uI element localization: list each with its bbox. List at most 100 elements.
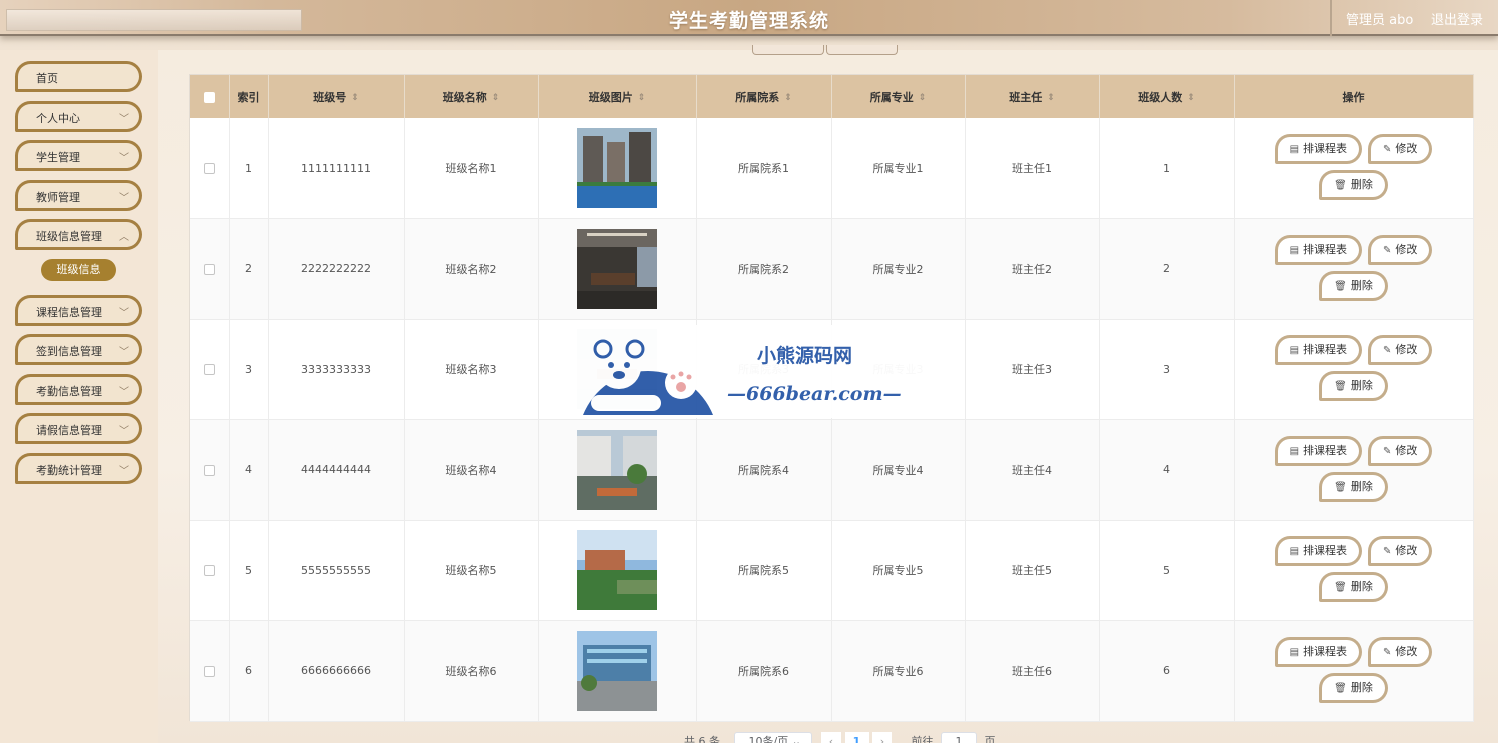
class-image[interactable] bbox=[577, 630, 657, 711]
pagination: 共 6 条 10条/页 ⌄ ‹ 1 › 前往 1 页 bbox=[684, 732, 996, 743]
sidebar-item-course-info[interactable]: 课程信息管理 ﹀ bbox=[15, 295, 142, 326]
document-icon: ▤ bbox=[1289, 345, 1300, 357]
schedule-button[interactable]: ▤ 排课程表 bbox=[1274, 335, 1363, 366]
chevron-down-icon: ﹀ bbox=[119, 347, 129, 358]
schedule-button[interactable]: ▤ 排课程表 bbox=[1274, 435, 1363, 466]
row-checkbox[interactable] bbox=[203, 565, 215, 577]
page-size-select[interactable]: 10条/页 ⌄ bbox=[733, 732, 812, 743]
trash-icon: 🗑 bbox=[1334, 180, 1347, 191]
edit-label: 修改 bbox=[1395, 242, 1418, 256]
table-row: 6 6666666666 班级名称6 所属院系6 所属专业6 班主任6 6 ▤ 排课程表 ✎ 修改 🗑… bbox=[190, 620, 1474, 722]
chevron-down-icon: ﹀ bbox=[119, 387, 129, 398]
delete-label: 删除 bbox=[1350, 580, 1373, 594]
select-all-cell[interactable] bbox=[190, 75, 230, 118]
next-page-button[interactable]: › bbox=[872, 732, 892, 743]
goto-page-input[interactable]: 1 bbox=[941, 732, 977, 743]
column-header[interactable]: 班级号 ⇕ bbox=[268, 75, 405, 118]
class-image[interactable] bbox=[577, 228, 657, 309]
edit-button[interactable]: ✎ 修改 bbox=[1368, 134, 1433, 164]
cell-index: 5 bbox=[229, 520, 269, 621]
chevron-up-icon: ︿ bbox=[119, 232, 129, 243]
sort-icon[interactable]: ⇕ bbox=[1187, 93, 1195, 103]
schedule-button[interactable]: ▤ 排课程表 bbox=[1274, 134, 1363, 164]
prev-page-button[interactable]: ‹ bbox=[821, 732, 841, 743]
row-select-cell[interactable] bbox=[190, 419, 230, 521]
edit-button[interactable]: ✎ 修改 bbox=[1368, 536, 1433, 567]
class-image[interactable] bbox=[577, 128, 657, 208]
row-checkbox[interactable] bbox=[203, 665, 215, 677]
sidebar-subitem-class-info[interactable]: 班级信息 bbox=[41, 259, 116, 281]
sidebar-item-students[interactable]: 学生管理 ﹀ bbox=[15, 140, 142, 171]
column-header-label: 班级图片 bbox=[588, 90, 633, 104]
class-photo-icon bbox=[577, 530, 657, 611]
sidebar-item-label: 请假信息管理 bbox=[36, 424, 102, 437]
sidebar-item-label: 班级信息管理 bbox=[36, 230, 102, 243]
delete-button[interactable]: 🗑 删除 bbox=[1319, 371, 1388, 402]
sort-icon[interactable]: ⇕ bbox=[638, 93, 646, 103]
row-checkbox[interactable] bbox=[203, 464, 215, 476]
row-select-cell[interactable] bbox=[190, 319, 230, 420]
delete-button[interactable]: 🗑 删除 bbox=[1319, 270, 1388, 301]
delete-button[interactable]: 🗑 删除 bbox=[1319, 471, 1388, 502]
column-header[interactable]: 班级人数 ⇕ bbox=[1099, 75, 1235, 118]
delete-button[interactable]: 🗑 删除 bbox=[1319, 170, 1388, 200]
sidebar-item-class-info[interactable]: 班级信息管理 ︿ bbox=[15, 219, 142, 250]
edit-button[interactable]: ✎ 修改 bbox=[1368, 636, 1433, 667]
edit-button[interactable]: ✎ 修改 bbox=[1368, 435, 1433, 466]
row-checkbox[interactable] bbox=[203, 263, 215, 275]
column-header[interactable]: 所属院系 ⇕ bbox=[696, 75, 832, 118]
sidebar-item-attendance-stats[interactable]: 考勤统计管理 ﹀ bbox=[15, 453, 142, 484]
pagination-total: 共 6 条 bbox=[684, 735, 720, 743]
sort-icon[interactable]: ⇕ bbox=[784, 93, 792, 103]
logout-link[interactable]: 退出登录 bbox=[1431, 9, 1483, 28]
sidebar-item-signin-info[interactable]: 签到信息管理 ﹀ bbox=[15, 334, 142, 365]
sidebar-item-home[interactable]: 首页 bbox=[15, 61, 142, 92]
top-tabs-decor bbox=[752, 44, 902, 56]
column-header[interactable]: 班主任 ⇕ bbox=[965, 75, 1100, 118]
row-select-cell[interactable] bbox=[190, 520, 230, 621]
schedule-button[interactable]: ▤ 排课程表 bbox=[1274, 636, 1363, 667]
schedule-button[interactable]: ▤ 排课程表 bbox=[1274, 536, 1363, 567]
sort-icon[interactable]: ⇕ bbox=[919, 93, 927, 103]
schedule-label: 排课程表 bbox=[1303, 443, 1348, 457]
sidebar-item-leave-info[interactable]: 请假信息管理 ﹀ bbox=[15, 413, 142, 444]
sort-icon[interactable]: ⇕ bbox=[1047, 93, 1055, 103]
sort-icon[interactable]: ⇕ bbox=[492, 93, 500, 103]
schedule-button[interactable]: ▤ 排课程表 bbox=[1274, 234, 1363, 265]
column-header-label: 所属院系 bbox=[735, 90, 780, 104]
column-header-label: 班级名称 bbox=[442, 90, 487, 104]
cell-dept: 所属院系6 bbox=[696, 620, 832, 722]
row-select-cell[interactable] bbox=[190, 218, 230, 320]
tab-decor bbox=[752, 45, 824, 55]
edit-button[interactable]: ✎ 修改 bbox=[1368, 335, 1433, 366]
sidebar-item-label: 教师管理 bbox=[36, 191, 80, 204]
cell-class-no: 3333333333 bbox=[268, 319, 405, 420]
cell-dept: 所属院系2 bbox=[696, 218, 832, 320]
page-number-current[interactable]: 1 bbox=[844, 732, 869, 743]
column-header[interactable]: 班级图片 ⇕ bbox=[538, 75, 697, 118]
sidebar-item-profile[interactable]: 个人中心 ﹀ bbox=[15, 101, 142, 132]
table-row: 2 2222222222 班级名称2 所属院系2 所属专业2 班主任2 2 ▤ 排课程表 ✎ 修改 🗑… bbox=[190, 218, 1474, 320]
delete-button[interactable]: 🗑 删除 bbox=[1319, 672, 1388, 703]
edit-button[interactable]: ✎ 修改 bbox=[1368, 234, 1433, 265]
row-checkbox[interactable] bbox=[203, 364, 215, 376]
cell-class-image bbox=[538, 419, 697, 521]
class-image[interactable] bbox=[577, 429, 657, 510]
sort-icon[interactable]: ⇕ bbox=[351, 93, 359, 103]
column-header[interactable]: 所属专业 ⇕ bbox=[831, 75, 966, 118]
chevron-down-icon: ﹀ bbox=[119, 153, 129, 164]
cell-actions: ▤ 排课程表 ✎ 修改 🗑 删除 bbox=[1234, 620, 1474, 722]
sidebar-item-attendance-info[interactable]: 考勤信息管理 ﹀ bbox=[15, 374, 142, 405]
edit-label: 修改 bbox=[1395, 544, 1418, 558]
column-header[interactable]: 班级名称 ⇕ bbox=[404, 75, 539, 118]
delete-button[interactable]: 🗑 删除 bbox=[1319, 572, 1388, 603]
sidebar-item-teachers[interactable]: 教师管理 ﹀ bbox=[15, 180, 142, 211]
cell-class-no: 2222222222 bbox=[268, 218, 405, 320]
class-image[interactable] bbox=[577, 530, 657, 611]
class-photo-icon bbox=[577, 429, 657, 510]
row-checkbox[interactable] bbox=[203, 163, 215, 174]
select-all-checkbox[interactable] bbox=[203, 91, 215, 103]
row-select-cell[interactable] bbox=[190, 118, 230, 219]
schedule-label: 排课程表 bbox=[1303, 544, 1348, 558]
row-select-cell[interactable] bbox=[190, 620, 230, 722]
